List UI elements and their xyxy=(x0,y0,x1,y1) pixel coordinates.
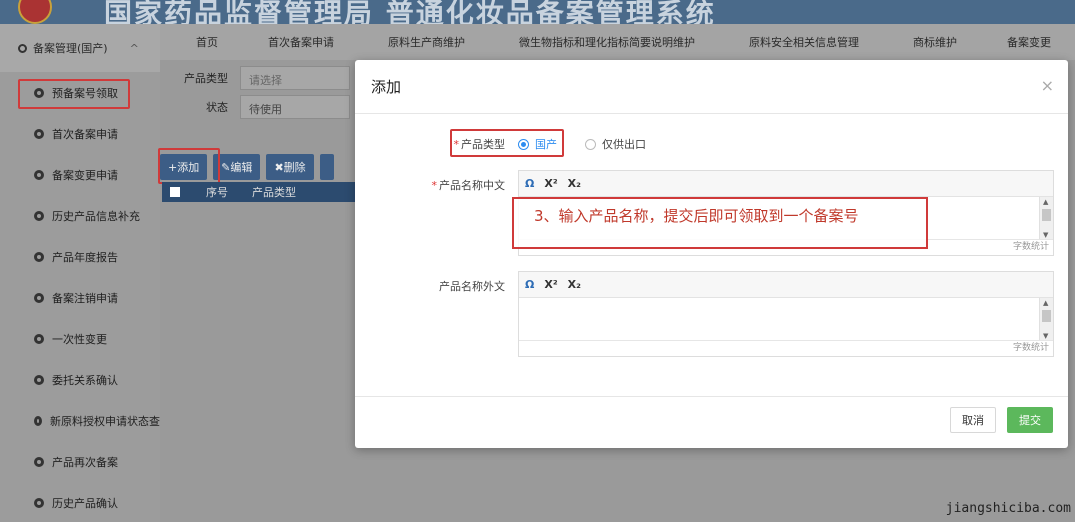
name-cn-label: 产品名称中文 xyxy=(439,179,505,192)
table-body xyxy=(162,202,355,522)
highlight-box-add xyxy=(158,148,220,184)
sidebar-item-annual-report[interactable]: 产品年度报告 xyxy=(0,236,160,277)
gear-icon xyxy=(34,292,44,303)
radio-domestic[interactable]: 国产 xyxy=(518,136,557,152)
dialog-title: 添加 xyxy=(355,60,1068,114)
status-select[interactable]: 待使用 xyxy=(240,95,350,119)
name-foreign-editor: Ω X² X₂ ▲ ▼ 字数统计 xyxy=(518,271,1054,357)
radio-unchecked-icon xyxy=(585,139,596,150)
sidebar-item-label: 历史产品确认 xyxy=(52,496,118,510)
cancel-button[interactable]: 取消 xyxy=(950,407,996,433)
product-type-label: 产品类型 xyxy=(461,138,505,151)
dialog-footer: 取消 提交 xyxy=(355,396,1068,448)
sidebar-item-first-record[interactable]: 首次备案申请 xyxy=(0,113,160,154)
gear-icon xyxy=(34,333,44,344)
word-count-label: 字数统计 xyxy=(519,340,1053,356)
sidebar-item-label: 一次性变更 xyxy=(52,332,107,346)
sidebar-item-label: 产品再次备案 xyxy=(52,455,118,469)
name-cn-label-wrap: * 产品名称中文 xyxy=(431,179,506,192)
table-header: 序号 产品类型 xyxy=(162,182,362,202)
special-char-icon[interactable]: Ω xyxy=(525,278,534,291)
scrollbar[interactable]: ▲ ▼ xyxy=(1039,298,1053,340)
product-type-filter-label: 产品类型 xyxy=(184,72,228,85)
sidebar-item-label: 新原料授权申请状态查 xyxy=(50,414,160,428)
sidebar-item-re-record[interactable]: 产品再次备案 xyxy=(0,441,160,482)
nav-tab-indicator[interactable]: 微生物指标和理化指标简要说明维护 xyxy=(519,34,695,50)
sidebar-item-label: 历史产品信息补充 xyxy=(52,209,140,223)
chevron-up-icon[interactable]: ^ xyxy=(130,42,139,55)
radio-checked-icon xyxy=(518,139,529,150)
nav-tab-trademark[interactable]: 商标维护 xyxy=(913,34,957,50)
app-title: 国家药品监督管理局 普通化妆品备案管理系统 xyxy=(104,0,716,24)
name-foreign-label: 产品名称外文 xyxy=(439,280,505,293)
nav-tab-first-record[interactable]: 首次备案申请 xyxy=(268,34,334,50)
sidebar-item-one-time-change[interactable]: 一次性变更 xyxy=(0,318,160,359)
product-type-select[interactable]: 请选择 xyxy=(240,66,350,90)
nav-tab-material-producer[interactable]: 原料生产商维护 xyxy=(388,34,465,50)
sidebar-item-record-change[interactable]: 备案变更申请 xyxy=(0,154,160,195)
gear-icon xyxy=(34,210,44,221)
sidebar-item-history-confirm[interactable]: 历史产品确认 xyxy=(0,482,160,522)
gear-icon xyxy=(18,43,27,53)
subscript-icon[interactable]: X₂ xyxy=(568,177,581,190)
national-emblem-icon xyxy=(18,0,52,24)
more-button[interactable] xyxy=(319,154,334,180)
top-nav: 首页 首次备案申请 原料生产商维护 微生物指标和理化指标简要说明维护 原料安全相… xyxy=(160,24,1075,60)
nav-tab-home[interactable]: 首页 xyxy=(196,34,218,50)
gear-icon xyxy=(34,497,44,508)
sidebar-item-history-supplement[interactable]: 历史产品信息补充 xyxy=(0,195,160,236)
edit-button[interactable]: ✎编辑 xyxy=(213,154,261,180)
gear-icon xyxy=(34,128,44,139)
gear-icon xyxy=(34,169,44,180)
sidebar-item-label: 首次备案申请 xyxy=(52,127,118,141)
product-type-label-wrap: * 产品类型 xyxy=(453,138,506,151)
select-all-checkbox[interactable] xyxy=(170,187,180,197)
annotation-callout: 3、输入产品名称，提交后即可领取到一个备案号 xyxy=(512,197,928,249)
watermark: jiangshiciba.com xyxy=(945,501,1071,516)
sidebar-item-label: 产品年度报告 xyxy=(52,250,118,264)
sidebar-item-entrust-confirm[interactable]: 委托关系确认 xyxy=(0,359,160,400)
status-filter-label: 状态 xyxy=(206,101,228,114)
sidebar-item-material-auth[interactable]: 新原料授权申请状态查 xyxy=(0,400,160,441)
column-header-index: 序号 xyxy=(206,186,228,199)
radio-export-only[interactable]: 仅供出口 xyxy=(585,136,646,152)
gear-icon xyxy=(34,456,44,467)
sidebar-group-domestic[interactable]: 备案管理(国产) ^ xyxy=(0,24,160,72)
scrollbar[interactable]: ▲ ▼ xyxy=(1039,197,1053,239)
delete-button[interactable]: ✖删除 xyxy=(266,154,314,180)
sidebar-item-label: 备案注销申请 xyxy=(52,291,118,305)
sidebar-item-label: 备案变更申请 xyxy=(52,168,118,182)
nav-tab-material-safety[interactable]: 原料安全相关信息管理 xyxy=(749,34,859,50)
superscript-icon[interactable]: X² xyxy=(544,278,557,291)
highlight-box-sidebar xyxy=(18,79,130,109)
close-icon[interactable]: × xyxy=(1041,76,1054,95)
gear-icon xyxy=(34,251,44,262)
column-header-type: 产品类型 xyxy=(252,186,296,199)
sidebar-item-cancel-record[interactable]: 备案注销申请 xyxy=(0,277,160,318)
add-dialog: 添加 × * 产品类型 国产 仅供出口 * 产品名称中文 Ω X² X₂ ▲ ▼ 字数… xyxy=(355,60,1068,448)
gear-icon xyxy=(34,374,44,385)
gear-icon xyxy=(34,415,42,426)
name-foreign-input[interactable]: ▲ ▼ xyxy=(519,298,1053,340)
nav-tab-record-change[interactable]: 备案变更 xyxy=(1007,34,1051,50)
special-char-icon[interactable]: Ω xyxy=(525,177,534,190)
sidebar-group-label: 备案管理(国产) xyxy=(33,42,108,55)
superscript-icon[interactable]: X² xyxy=(544,177,557,190)
app-header: 国家药品监督管理局 普通化妆品备案管理系统 xyxy=(0,0,1075,24)
editor-toolbar: Ω X² X₂ xyxy=(519,171,1053,197)
sidebar-item-label: 委托关系确认 xyxy=(52,373,118,387)
subscript-icon[interactable]: X₂ xyxy=(568,278,581,291)
submit-button[interactable]: 提交 xyxy=(1007,407,1053,433)
editor-toolbar: Ω X² X₂ xyxy=(519,272,1053,298)
